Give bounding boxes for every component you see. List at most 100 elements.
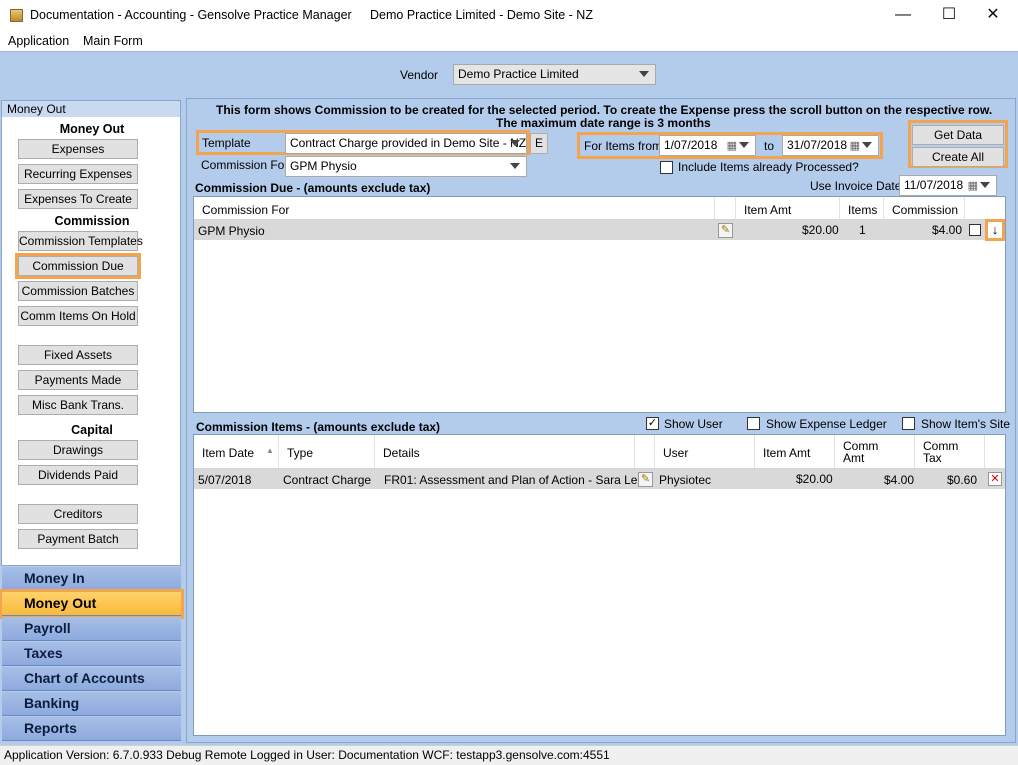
col-user[interactable]: User <box>655 435 755 468</box>
cell-item-amt: $20.00 <box>802 223 839 237</box>
show-user-label: Show User <box>664 417 723 431</box>
menu-bar <box>0 31 1018 51</box>
cell-item-amt: $20.00 <box>796 472 833 486</box>
nav-chart-of-accounts[interactable]: Chart of Accounts <box>2 667 181 691</box>
commission-due-title: Commission Due - (amounts exclude tax) <box>195 181 431 195</box>
create-all-button[interactable]: Create All <box>912 147 1004 167</box>
show-user-checkbox[interactable]: ✓ <box>646 417 659 430</box>
to-date-picker[interactable]: 31/07/2018 ▦ <box>782 135 879 156</box>
commission-due-grid: Commission For Item Amt Items Commission… <box>193 196 1006 413</box>
get-data-button[interactable]: Get Data <box>912 125 1004 145</box>
pencil-icon[interactable]: ✎ <box>638 472 653 487</box>
nav-money-out[interactable]: Money Out <box>0 589 184 619</box>
menu-application[interactable]: Application <box>8 34 69 48</box>
col-item-date-label: Item Date <box>202 446 255 460</box>
col-comm-amt[interactable]: Comm Amt <box>835 435 915 468</box>
info-line-2: The maximum date range is 3 months <box>496 116 711 130</box>
pencil-icon[interactable]: ✎ <box>718 223 733 238</box>
calendar-icon: ▦ <box>849 140 860 152</box>
commission-items-header: Item Date ▲ Type Details User Item Amt C… <box>194 435 1005 469</box>
show-expense-ledger-checkbox[interactable] <box>747 417 760 430</box>
calendar-icon: ▦ <box>726 140 737 152</box>
cell-user: Physiotec <box>659 473 712 487</box>
window-site: Demo Practice Limited - Demo Site - NZ <box>370 8 593 22</box>
expenses-button[interactable]: Expenses <box>18 139 138 159</box>
col-commission[interactable]: Commission <box>884 197 965 219</box>
show-item-site-label: Show Item's Site <box>921 417 1010 431</box>
invoice-date-value: 11/07/2018 <box>904 178 964 192</box>
expenses-to-create-button[interactable]: Expenses To Create <box>18 189 138 209</box>
down-arrow-icon[interactable]: ↓ <box>985 219 1005 241</box>
cell-item-date: 5/07/2018 <box>198 473 252 487</box>
cell-items: 1 <box>859 223 866 237</box>
col-item-date[interactable]: Item Date ▲ <box>194 435 279 468</box>
comm-items-on-hold-button[interactable]: Comm Items On Hold <box>18 306 138 326</box>
col-edit <box>715 197 736 219</box>
template-label: Template <box>202 136 251 150</box>
calendar-icon: ▦ <box>967 180 978 192</box>
include-processed-checkbox[interactable] <box>660 161 673 174</box>
invoice-date-picker[interactable]: 11/07/2018 ▦ <box>899 175 997 196</box>
nav-money-in[interactable]: Money In <box>2 567 181 591</box>
vendor-value: Demo Practice Limited <box>458 67 579 81</box>
show-expense-ledger-label: Show Expense Ledger <box>766 417 887 431</box>
commission-for-select[interactable]: GPM Physio <box>285 156 527 177</box>
col-comm-tax[interactable]: Comm Tax <box>915 435 985 468</box>
close-button[interactable]: ✕ <box>970 0 1016 31</box>
col-commission-for[interactable]: Commission For <box>194 197 715 219</box>
show-item-site-checkbox[interactable] <box>902 417 915 430</box>
payment-batch-button[interactable]: Payment Batch <box>18 529 138 549</box>
commission-batches-button[interactable]: Commission Batches <box>18 281 138 301</box>
misc-bank-trans-button[interactable]: Misc Bank Trans. <box>18 395 138 415</box>
dividends-paid-button[interactable]: Dividends Paid <box>18 465 138 485</box>
template-edit-button[interactable]: E <box>530 133 548 154</box>
from-date-picker[interactable]: 1/07/2018 ▦ <box>659 135 756 156</box>
col-items[interactable]: Items <box>840 197 884 219</box>
col-type[interactable]: Type <box>279 435 375 468</box>
document-icon[interactable] <box>969 224 981 236</box>
commission-due-header: Commission For Item Amt Items Commission <box>194 197 1005 220</box>
table-row[interactable]: GPM Physio ✎ $20.00 1 $4.00 ↓ <box>194 219 1005 241</box>
template-select[interactable]: Contract Charge provided in Demo Site - … <box>285 133 527 154</box>
cell-comm-amt: $4.00 <box>884 473 915 487</box>
nav-taxes[interactable]: Taxes <box>2 642 181 666</box>
table-row[interactable]: 5/07/2018 Contract Charge FR01: Assessme… <box>194 469 1005 489</box>
app-icon <box>10 9 23 22</box>
sort-ascending-icon: ▲ <box>266 446 274 455</box>
nav-reports[interactable]: Reports <box>2 717 181 741</box>
include-processed-label: Include Items already Processed? <box>678 160 859 174</box>
drawings-button[interactable]: Drawings <box>18 440 138 460</box>
status-bar: Application Version: 6.7.0.933 Debug Rem… <box>0 745 1018 765</box>
vendor-select[interactable]: Demo Practice Limited <box>453 64 656 85</box>
cell-commission: $4.00 <box>932 223 963 237</box>
cell-details: FR01: Assessment and Plan of Action - Sa… <box>384 473 645 487</box>
section-capital: Capital <box>71 423 113 437</box>
info-line-1: This form shows Commission to be created… <box>216 103 993 117</box>
col-comm-amt-line2: Amt <box>843 451 865 465</box>
commission-templates-button[interactable]: Commission Templates <box>18 231 143 251</box>
menu-main-form[interactable]: Main Form <box>83 34 143 48</box>
cell-commission-for: GPM Physio <box>198 224 265 238</box>
minimize-button[interactable]: — <box>880 0 926 31</box>
commission-for-label: Commission For <box>201 158 289 172</box>
nav-banking[interactable]: Banking <box>2 692 181 716</box>
sidebar-header: Money Out <box>2 101 180 117</box>
section-commission: Commission <box>54 214 130 228</box>
items-from-label: For Items from <box>584 139 663 153</box>
template-value: Contract Charge provided in Demo Site - … <box>290 136 527 150</box>
maximize-button[interactable]: ☐ <box>926 0 972 31</box>
commission-due-button[interactable]: Commission Due <box>15 253 141 279</box>
payments-made-button[interactable]: Payments Made <box>18 370 138 390</box>
to-date-value: 31/07/2018 <box>787 138 848 152</box>
nav-payroll[interactable]: Payroll <box>2 617 181 641</box>
col-item-amt[interactable]: Item Amt <box>755 435 835 468</box>
fixed-assets-button[interactable]: Fixed Assets <box>18 345 138 365</box>
creditors-button[interactable]: Creditors <box>18 504 138 524</box>
chevron-down-icon <box>739 142 749 148</box>
delete-icon[interactable]: ✕ <box>988 472 1002 486</box>
col-item-amt[interactable]: Item Amt <box>736 197 840 219</box>
col-details[interactable]: Details <box>375 435 635 468</box>
recurring-expenses-button[interactable]: Recurring Expenses <box>18 164 138 184</box>
to-label: to <box>764 139 775 153</box>
from-date-value: 1/07/2018 <box>664 138 718 152</box>
